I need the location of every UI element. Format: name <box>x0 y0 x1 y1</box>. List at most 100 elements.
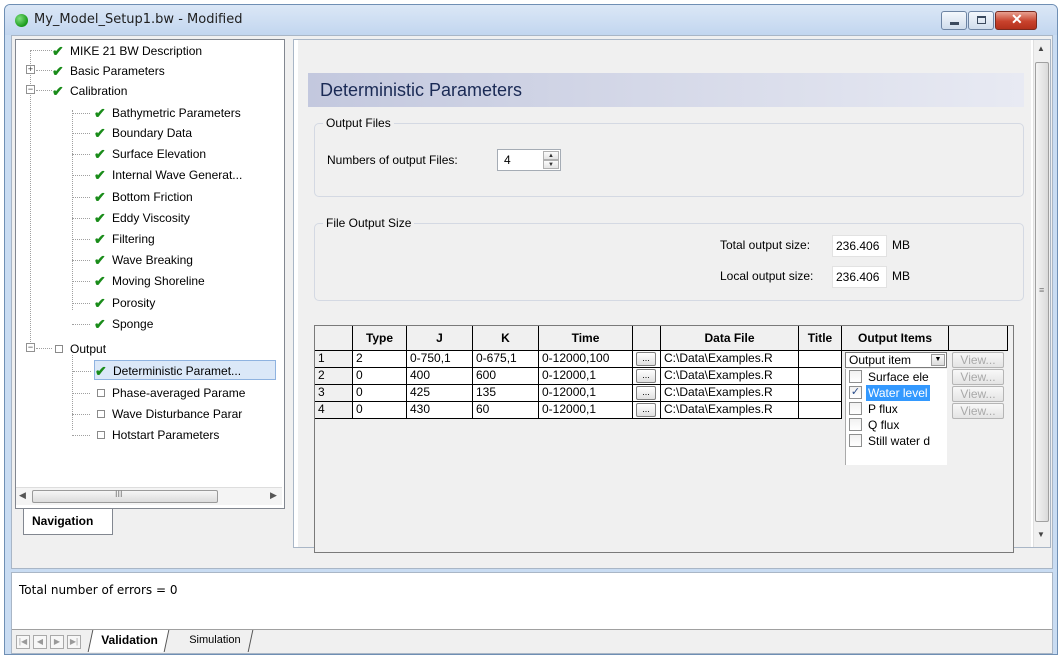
checkbox-icon[interactable] <box>849 434 862 447</box>
vertical-scroll-thumb[interactable]: ≡ <box>1035 62 1049 522</box>
collapse-output-icon[interactable]: − <box>26 343 35 352</box>
column-header[interactable]: Data File <box>661 326 799 351</box>
column-header-blank[interactable] <box>315 326 353 351</box>
checkbox-icon[interactable] <box>849 370 862 383</box>
table-cell[interactable]: 0 <box>353 368 407 385</box>
scroll-down-icon[interactable]: ▼ <box>1037 530 1045 539</box>
browse-file-button[interactable]: ... <box>636 352 656 366</box>
table-cell[interactable]: C:\Data\Examples.R <box>661 351 799 368</box>
output-item-select[interactable]: Output item ▼ <box>845 352 947 368</box>
table-cell[interactable]: 0-12000,1 <box>539 368 633 385</box>
table-cell[interactable]: ... <box>633 368 661 385</box>
output-files-count-spinner[interactable]: 4 ▲ ▼ <box>497 149 561 171</box>
checkbox-icon[interactable] <box>849 402 862 415</box>
nav-item[interactable]: ✔ Wave Breaking <box>72 250 314 270</box>
column-header-blank[interactable] <box>633 326 661 351</box>
column-header-blank[interactable] <box>949 326 1008 351</box>
nav-item[interactable]: ✔ Calibration <box>52 81 272 101</box>
table-cell[interactable]: ... <box>633 385 661 402</box>
tab-validation[interactable]: Validation <box>87 630 170 652</box>
nav-item[interactable]: ✔ Moving Shoreline <box>72 271 314 291</box>
column-header[interactable]: J <box>407 326 473 351</box>
table-cell[interactable]: 0 <box>353 402 407 419</box>
maximize-button[interactable] <box>968 11 994 30</box>
last-tab-icon[interactable]: ▶| <box>67 635 81 649</box>
column-header[interactable]: Output Items <box>842 326 949 351</box>
column-header[interactable]: Title <box>799 326 842 351</box>
nav-item[interactable]: Hotstart Parameters <box>72 425 314 445</box>
output-item-checklist[interactable]: Surface ele ✓ Water level P flux Q flux Still… <box>845 369 947 465</box>
browse-file-button[interactable]: ... <box>636 369 656 383</box>
checkbox-icon[interactable] <box>849 418 862 431</box>
table-cell[interactable]: 600 <box>473 368 539 385</box>
output-item-option[interactable]: Surface ele <box>846 369 947 385</box>
chevron-down-icon[interactable]: ▼ <box>931 354 945 366</box>
table-cell[interactable]: 60 <box>473 402 539 419</box>
table-cell[interactable]: C:\Data\Examples.R <box>661 385 799 402</box>
table-cell[interactable]: 0 <box>353 385 407 402</box>
scroll-left-icon[interactable]: ◀ <box>19 490 26 501</box>
spin-up-icon[interactable]: ▲ <box>543 151 559 160</box>
nav-item[interactable]: ✔ MIKE 21 BW Description <box>52 41 272 61</box>
first-tab-icon[interactable]: |◀ <box>16 635 30 649</box>
next-tab-icon[interactable]: ▶ <box>50 635 64 649</box>
nav-item[interactable]: ✔ Basic Parameters <box>52 61 272 81</box>
close-button[interactable]: ✕ <box>995 11 1037 30</box>
table-cell[interactable]: ... <box>633 402 661 419</box>
tree-horizontal-scrollbar[interactable]: ◀ III ▶ <box>16 487 282 505</box>
nav-item[interactable]: ✔ Bottom Friction <box>72 187 314 207</box>
prev-tab-icon[interactable]: ◀ <box>33 635 47 649</box>
nav-item[interactable]: Phase-averaged Parame <box>72 383 314 403</box>
column-header[interactable]: K <box>473 326 539 351</box>
nav-item[interactable]: Wave Disturbance Parar <box>72 404 314 424</box>
table-cell[interactable]: ... <box>633 351 661 368</box>
column-header[interactable]: Time <box>539 326 633 351</box>
table-cell[interactable]: 0-12000,1 <box>539 402 633 419</box>
scroll-up-icon[interactable]: ▲ <box>1037 44 1045 53</box>
nav-item[interactable]: ✔ Surface Elevation <box>72 144 314 164</box>
nav-item[interactable]: ✔ Internal Wave Generat... <box>72 165 314 185</box>
output-item-option[interactable]: ✓ Water level <box>846 385 947 401</box>
nav-item[interactable]: ✔ Deterministic Paramet... <box>73 360 276 380</box>
nav-item[interactable]: ✔ Porosity <box>72 293 314 313</box>
table-cell[interactable]: 0-675,1 <box>473 351 539 368</box>
scroll-thumb[interactable]: III <box>32 489 218 503</box>
table-cell[interactable]: 400 <box>407 368 473 385</box>
navigation-tab[interactable]: Navigation <box>23 509 113 535</box>
table-cell[interactable]: 0-12000,1 <box>539 385 633 402</box>
view-button[interactable]: View... <box>952 386 1004 402</box>
table-cell[interactable]: 430 <box>407 402 473 419</box>
browse-file-button[interactable]: ... <box>636 403 656 417</box>
view-button[interactable]: View... <box>952 369 1004 385</box>
view-button[interactable]: View... <box>952 352 1004 368</box>
table-cell[interactable]: 2 <box>353 351 407 368</box>
nav-item[interactable]: Output <box>52 339 272 359</box>
spin-down-icon[interactable]: ▼ <box>543 160 559 169</box>
table-cell[interactable] <box>799 368 842 385</box>
nav-item[interactable]: ✔ Filtering <box>72 229 314 249</box>
nav-item[interactable]: ✔ Sponge <box>72 314 314 334</box>
table-cell[interactable]: C:\Data\Examples.R <box>661 402 799 419</box>
parameters-vertical-scrollbar[interactable]: ▲ ≡ ▼ <box>1033 40 1050 547</box>
table-cell[interactable]: 0-750,1 <box>407 351 473 368</box>
nav-item[interactable]: ✔ Eddy Viscosity <box>72 208 314 228</box>
table-cell[interactable] <box>799 385 842 402</box>
output-item-option[interactable]: P flux <box>846 401 947 417</box>
scroll-right-icon[interactable]: ▶ <box>270 490 277 501</box>
view-button[interactable]: View... <box>952 403 1004 419</box>
minimize-button[interactable] <box>941 11 967 30</box>
navigation-tree[interactable]: + − − ✔ MIKE 21 BW Description ✔ Basic Para… <box>15 39 285 509</box>
table-cell[interactable] <box>799 402 842 419</box>
nav-item[interactable]: ✔ Boundary Data <box>72 123 314 143</box>
title-bar[interactable]: My_Model_Setup1.bw - Modified ✕ <box>5 5 1057 35</box>
table-cell[interactable]: 425 <box>407 385 473 402</box>
expand-basic-icon[interactable]: + <box>26 65 35 74</box>
checkbox-icon[interactable]: ✓ <box>849 386 862 399</box>
nav-item[interactable]: ✔ Bathymetric Parameters <box>72 103 314 123</box>
output-item-option[interactable]: Q flux <box>846 417 947 433</box>
table-cell[interactable]: 135 <box>473 385 539 402</box>
column-header[interactable]: Type <box>353 326 407 351</box>
browse-file-button[interactable]: ... <box>636 386 656 400</box>
table-cell[interactable]: C:\Data\Examples.R <box>661 368 799 385</box>
output-item-option[interactable]: Still water d <box>846 433 947 449</box>
